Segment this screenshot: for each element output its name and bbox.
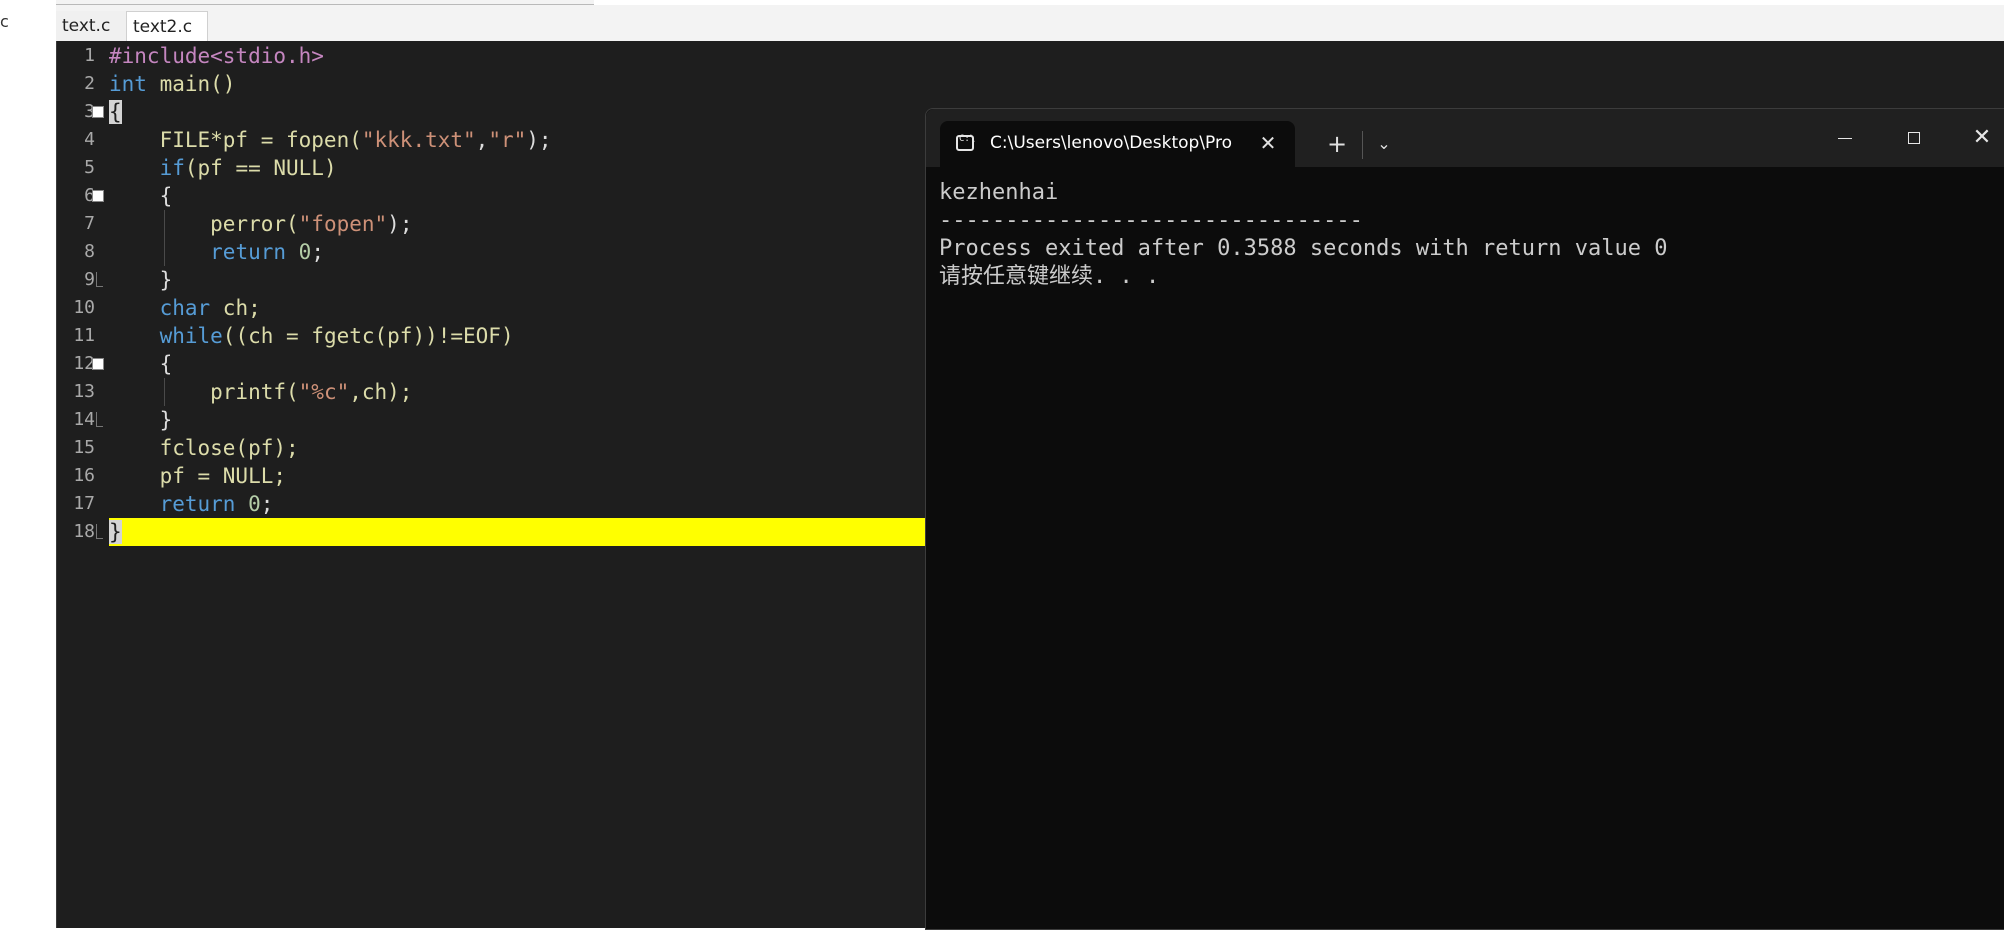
code-text: return 0;	[210, 240, 324, 264]
project-panel: c	[0, 0, 56, 928]
line-number: 1	[84, 45, 95, 66]
terminal-output-line: Process exited after 0.3588 seconds with…	[939, 236, 1668, 261]
minimize-icon[interactable]	[1822, 121, 1866, 155]
line-number: 10	[73, 297, 95, 318]
fold-marker-icon[interactable]	[92, 106, 104, 118]
fold-end-marker	[96, 524, 103, 539]
terminal-titlebar[interactable]: C:\ C:\Users\lenovo\Desktop\Pro ✕ + ⌄ ✕	[926, 109, 2004, 167]
code-text: {	[109, 184, 173, 208]
fold-end-marker	[96, 412, 103, 427]
line-number: 5	[84, 157, 95, 178]
code-text: }	[109, 268, 173, 292]
line-number: 18	[73, 521, 95, 542]
code-text: printf("%c",ch);	[109, 380, 413, 404]
line-number: 17	[73, 493, 95, 514]
code-text: {	[109, 352, 173, 376]
indent-guide	[164, 378, 165, 406]
code-text: {	[109, 100, 122, 124]
close-window-icon[interactable]: ✕	[1960, 121, 2004, 155]
terminal-output-line: kezhenhai	[939, 180, 1059, 205]
chevron-down-icon[interactable]: ⌄	[1370, 129, 1398, 159]
terminal-tab[interactable]: C:\ C:\Users\lenovo\Desktop\Pro ✕	[940, 121, 1295, 167]
code-text: FILE*pf = fopen("kkk.txt","r");	[109, 128, 552, 152]
fold-end-marker	[96, 272, 103, 287]
line-number: 2	[84, 73, 95, 94]
tab-text-c[interactable]: text.c	[56, 11, 136, 41]
code-text: #include<stdio.h>	[109, 44, 324, 68]
project-panel-fragment: c	[0, 12, 9, 31]
line-number: 15	[73, 437, 95, 458]
indent-guide	[164, 210, 165, 266]
terminal-tab-title: C:\Users\lenovo\Desktop\Pro	[990, 133, 1233, 153]
line-number: 16	[73, 465, 95, 486]
line-number: 7	[84, 213, 95, 234]
line-number: 13	[73, 381, 95, 402]
line-number: 12	[73, 353, 95, 374]
terminal-output-line: 请按任意键继续. . .	[939, 264, 1160, 289]
code-text: perror("fopen");	[109, 212, 413, 236]
code-text: fclose(pf);	[109, 436, 299, 460]
tab-text2-c[interactable]: text2.c	[126, 11, 208, 42]
code-text: char ch;	[159, 296, 261, 320]
terminal-output-line: --------------------------------	[939, 208, 1363, 233]
code-text: if(pf == NULL)	[159, 156, 337, 180]
terminal-window: C:\ C:\Users\lenovo\Desktop\Pro ✕ + ⌄ ✕ …	[925, 108, 2004, 930]
code-text: }	[109, 520, 122, 544]
code-text: pf = NULL;	[109, 464, 287, 488]
editor-tab-bar: text.c text2.c	[56, 5, 2004, 42]
terminal-app-icon: C:\	[956, 134, 975, 151]
line-number: 11	[73, 325, 95, 346]
line-number: 14	[73, 409, 95, 430]
code-line[interactable]: 2 int main()	[57, 70, 1957, 98]
fold-marker-icon[interactable]	[92, 358, 104, 370]
plus-icon[interactable]: +	[1322, 129, 1352, 159]
maximize-icon[interactable]	[1892, 121, 1936, 155]
line-number: 3	[84, 101, 95, 122]
code-text: }	[109, 408, 173, 432]
line-number: 4	[84, 129, 95, 150]
code-text: while((ch = fgetc(pf))!=EOF)	[159, 324, 514, 348]
close-icon[interactable]: ✕	[1255, 130, 1281, 156]
terminal-output[interactable]: kezhenhai ------------------------------…	[939, 179, 1989, 291]
line-number: 6	[84, 185, 95, 206]
code-text: int main()	[109, 72, 236, 96]
fold-marker-icon[interactable]	[92, 190, 104, 202]
line-number: 8	[84, 241, 95, 262]
line-number: 9	[84, 269, 95, 290]
code-line[interactable]: 1 #include<stdio.h>	[57, 42, 1957, 70]
titlebar-separator	[1362, 131, 1363, 159]
code-text: return 0;	[159, 492, 274, 516]
